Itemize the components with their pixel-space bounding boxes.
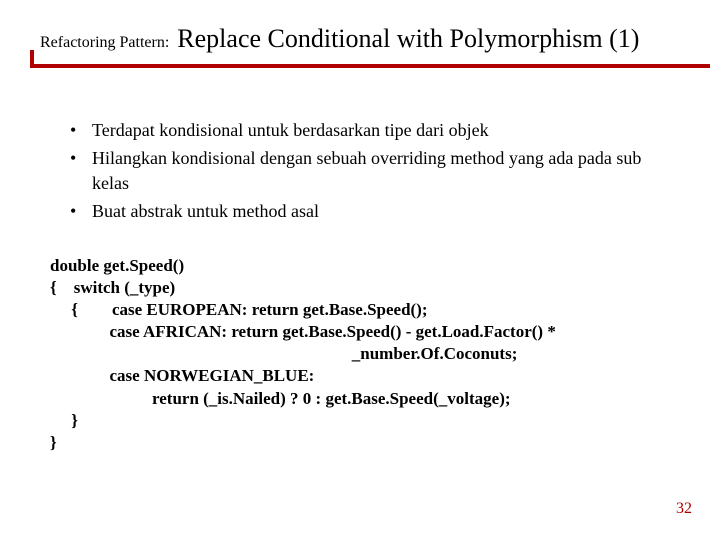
bullet-list: • Terdapat kondisional untuk berdasarkan… bbox=[70, 118, 670, 227]
title-row: Refactoring Pattern: Replace Conditional… bbox=[40, 24, 700, 54]
list-item: • Terdapat kondisional untuk berdasarkan… bbox=[70, 118, 670, 142]
divider-tick bbox=[30, 50, 34, 68]
bullet-text: Hilangkan kondisional dengan sebuah over… bbox=[92, 146, 670, 195]
bullet-text: Buat abstrak untuk method asal bbox=[92, 199, 670, 223]
bullet-icon: • bbox=[70, 118, 92, 142]
list-item: • Hilangkan kondisional dengan sebuah ov… bbox=[70, 146, 670, 195]
title-prefix: Refactoring Pattern: bbox=[40, 34, 169, 51]
slide: Refactoring Pattern: Replace Conditional… bbox=[0, 0, 720, 540]
code-block: double get.Speed() { switch (_type) { ca… bbox=[50, 255, 690, 454]
page-number: 32 bbox=[676, 500, 692, 518]
divider bbox=[30, 64, 710, 68]
bullet-icon: • bbox=[70, 199, 92, 223]
bullet-text: Terdapat kondisional untuk berdasarkan t… bbox=[92, 118, 670, 142]
list-item: • Buat abstrak untuk method asal bbox=[70, 199, 670, 223]
divider-line bbox=[30, 64, 710, 68]
bullet-icon: • bbox=[70, 146, 92, 195]
title-main: Replace Conditional with Polymorphism (1… bbox=[177, 24, 639, 53]
